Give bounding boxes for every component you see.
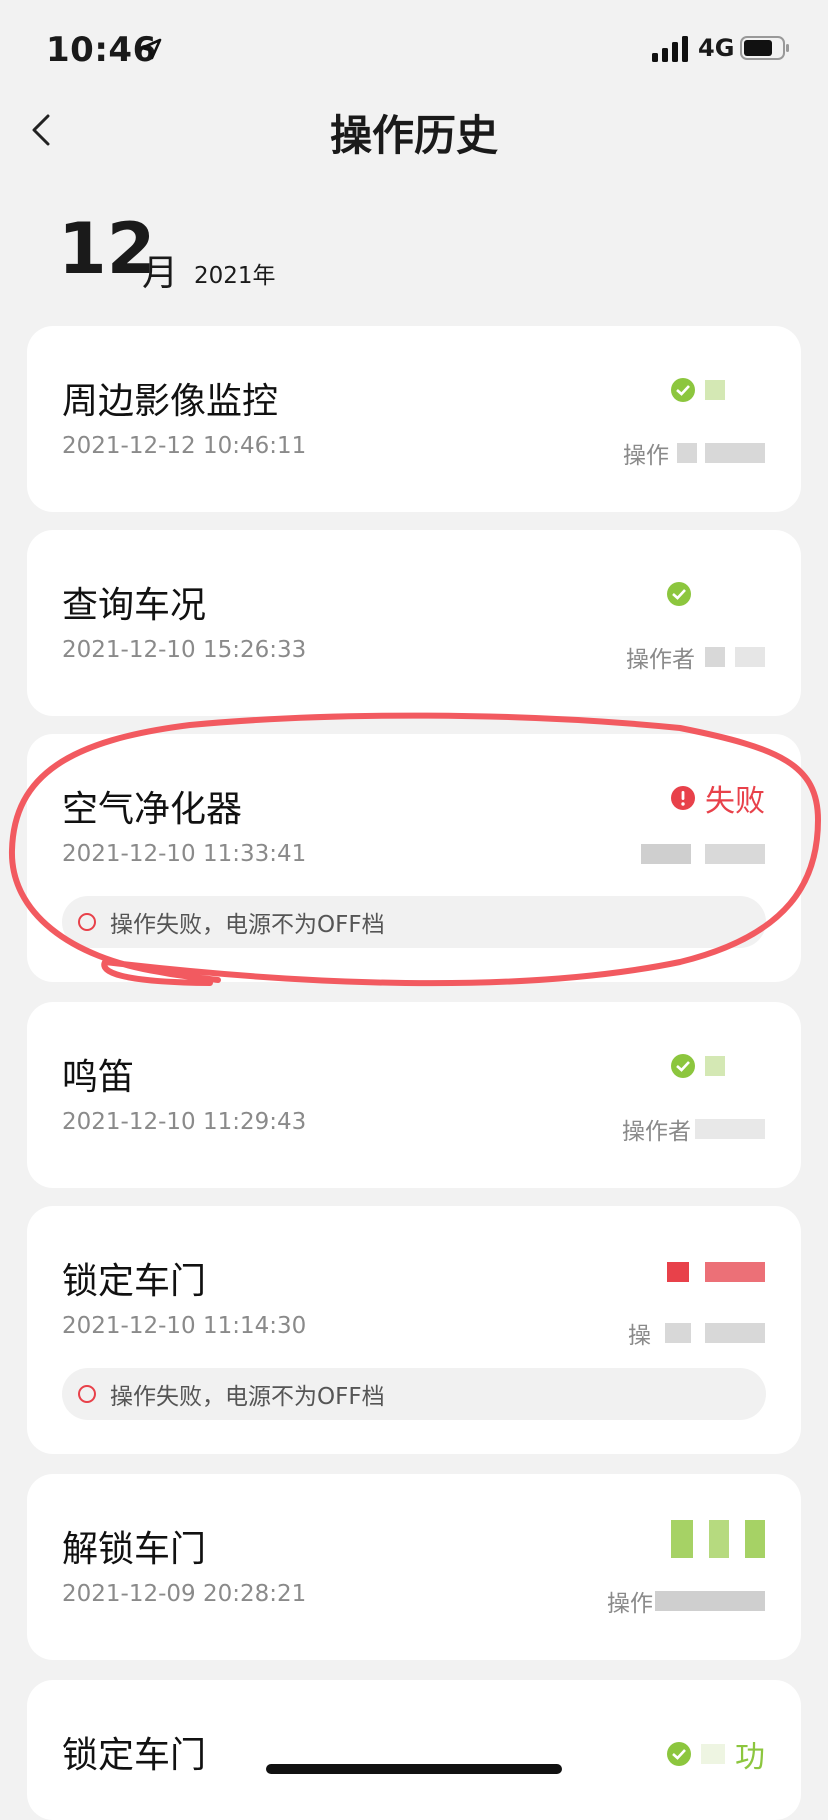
failure-message: 操作失败，电源不为OFF档 xyxy=(110,912,385,938)
record-status: 功 xyxy=(667,1732,765,1776)
record-status xyxy=(667,1262,765,1282)
failure-reason: 操作失败，电源不为OFF档 xyxy=(62,896,766,948)
record-title: 锁定车门 xyxy=(62,1735,207,1776)
status-bar: 10:46 4G xyxy=(0,0,828,96)
failure-reason: 操作失败，电源不为OFF档 xyxy=(62,1368,766,1420)
success-check-icon xyxy=(667,582,691,606)
record-status xyxy=(671,1520,765,1558)
home-indicator[interactable] xyxy=(266,1764,562,1774)
record-operator: 操 xyxy=(628,1316,765,1350)
location-arrow-icon xyxy=(140,38,162,60)
status-label: 失败 xyxy=(705,784,765,819)
history-record-card[interactable]: 查询车况 2021-12-10 15:26:33 操作者 xyxy=(27,530,801,716)
network-type: 4G xyxy=(698,34,735,62)
year-label: 2021年 xyxy=(194,263,276,289)
success-check-icon xyxy=(671,378,695,402)
record-status xyxy=(671,1054,765,1078)
blurred-fail-icon xyxy=(667,1262,689,1282)
operator-label: 操作者 xyxy=(626,647,695,673)
record-title: 锁定车门 xyxy=(62,1261,207,1302)
history-record-card[interactable]: 锁定车门 2021-12-10 11:14:30 操 操作失败，电源不为OFF档 xyxy=(27,1206,801,1454)
history-record-card[interactable]: 鸣笛 2021-12-10 11:29:43 操作者 xyxy=(27,1002,801,1188)
operator-label: 操作 xyxy=(623,443,669,469)
history-record-card[interactable]: 空气净化器 2021-12-10 11:33:41 失败 操作失败，电源不为OF… xyxy=(27,734,801,982)
month-unit: 月 xyxy=(142,253,179,294)
record-operator: 操作 xyxy=(623,436,765,470)
cellular-signal-icon xyxy=(652,36,688,62)
record-status: 失败 xyxy=(671,776,765,820)
record-status xyxy=(667,582,691,606)
success-check-icon xyxy=(671,1054,695,1078)
record-title: 鸣笛 xyxy=(62,1057,135,1098)
blurred-success-icon xyxy=(671,1520,693,1558)
battery-icon xyxy=(740,36,789,60)
record-title: 空气净化器 xyxy=(62,789,243,830)
success-check-icon xyxy=(667,1742,691,1766)
blurred-status-text xyxy=(705,380,725,400)
operator-label: 操作 xyxy=(607,1591,653,1617)
blurred-status-text xyxy=(705,1262,765,1282)
record-time: 2021-12-10 11:33:41 xyxy=(62,841,307,867)
history-record-card[interactable]: 解锁车门 2021-12-09 20:28:21 操作 xyxy=(27,1474,801,1660)
record-time: 2021-12-10 11:29:43 xyxy=(62,1109,307,1135)
record-title: 解锁车门 xyxy=(62,1529,207,1570)
record-time: 2021-12-10 15:26:33 xyxy=(62,637,307,663)
record-title: 周边影像监控 xyxy=(62,381,279,422)
operator-label: 操作者 xyxy=(622,1119,691,1145)
record-operator: 操作者 xyxy=(626,640,765,674)
record-title: 查询车况 xyxy=(62,585,207,626)
record-status xyxy=(671,378,765,402)
fail-alert-icon xyxy=(671,786,695,810)
record-operator: 操作者 xyxy=(622,1112,765,1146)
fail-ring-icon xyxy=(78,913,96,931)
month-number: 12 xyxy=(58,208,156,290)
record-operator xyxy=(641,844,765,864)
operator-label: 操 xyxy=(628,1323,651,1349)
record-time: 2021-12-12 10:46:11 xyxy=(62,433,307,459)
failure-message: 操作失败，电源不为OFF档 xyxy=(110,1384,385,1410)
record-time: 2021-12-09 20:28:21 xyxy=(62,1581,307,1607)
record-time: 2021-12-10 11:14:30 xyxy=(62,1313,307,1339)
history-record-card[interactable]: 锁定车门 功 xyxy=(27,1680,801,1820)
record-operator: 操作 xyxy=(607,1584,765,1618)
history-record-card[interactable]: 周边影像监控 2021-12-12 10:46:11 操作 xyxy=(27,326,801,512)
fail-ring-icon xyxy=(78,1385,96,1403)
page-title: 操作历史 xyxy=(329,111,498,160)
status-label: 功 xyxy=(735,1740,765,1775)
